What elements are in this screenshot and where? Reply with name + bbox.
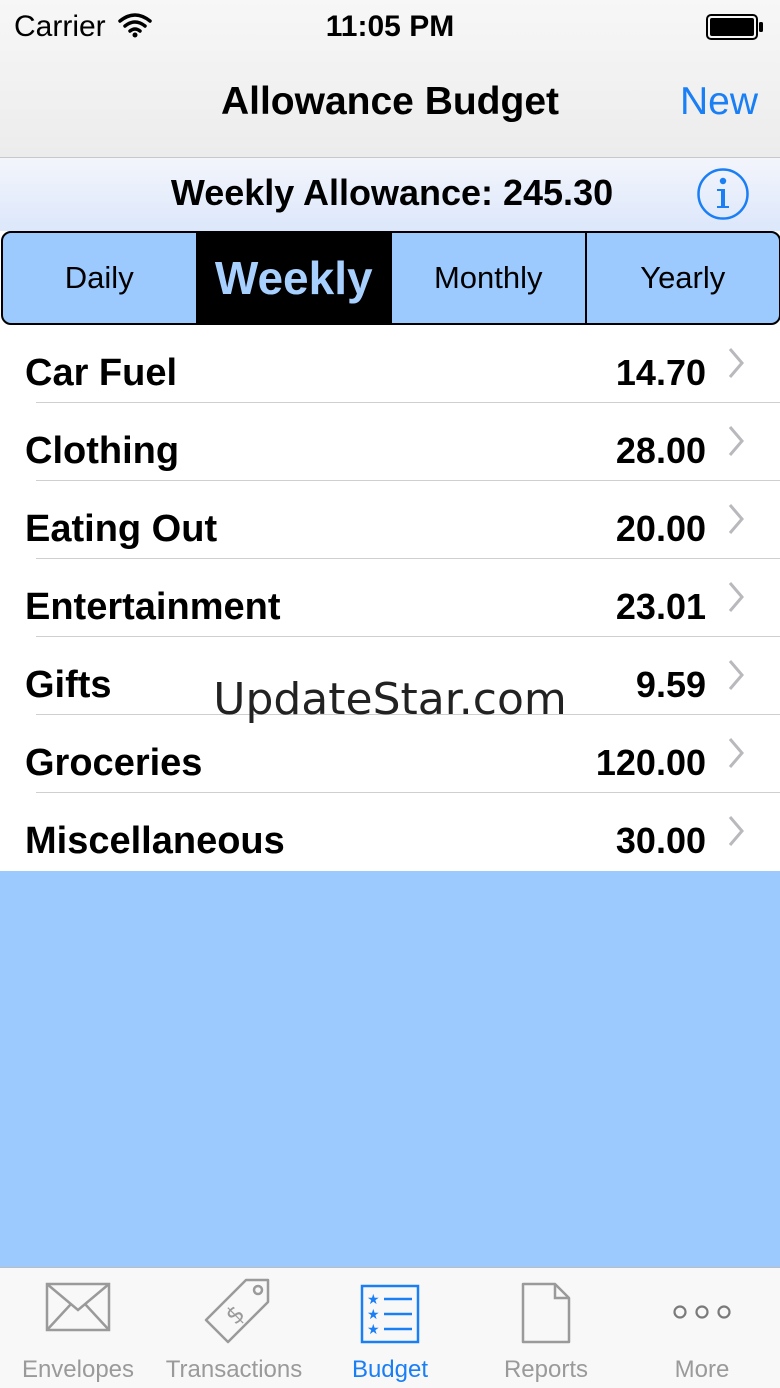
chevron-right-icon [728, 503, 744, 540]
chevron-right-icon [728, 425, 744, 462]
tab-label: Transactions [165, 1356, 303, 1383]
price-tag-icon: $ [156, 1276, 312, 1348]
segment-yearly[interactable]: Yearly [587, 233, 780, 323]
budget-item-amount: 28.00 [615, 430, 706, 471]
budget-item-name: Gifts [25, 664, 112, 706]
budget-item-name: Miscellaneous [25, 820, 285, 862]
status-time: 11:05 PM [325, 10, 455, 43]
status-bar: Carrier 11:05 PM [0, 0, 780, 54]
budget-item-amount: 120.00 [595, 742, 706, 783]
segment-daily[interactable]: Daily [3, 233, 198, 323]
budget-row[interactable]: Groceries 120.00 [0, 715, 780, 793]
chevron-right-icon [728, 347, 744, 384]
tab-label: Reports [503, 1356, 589, 1383]
top-bar: Carrier 11:05 PM Allowance Budget New [0, 0, 780, 158]
budget-item-name: Eating Out [25, 508, 218, 550]
svg-text:★: ★ [367, 1307, 380, 1323]
budget-item-name: Car Fuel [25, 352, 178, 394]
budget-row[interactable]: Car Fuel 14.70 [0, 325, 780, 403]
svg-text:★: ★ [367, 1322, 380, 1338]
budget-row[interactable]: Entertainment 23.01 [0, 559, 780, 637]
document-icon [468, 1282, 624, 1344]
budget-item-name: Groceries [25, 742, 203, 784]
tab-label: More [674, 1356, 730, 1383]
allowance-header: Weekly Allowance: 245.30 [0, 158, 780, 231]
tab-bar: Envelopes $ Transactions ★ ★ ★ Budget Re… [0, 1267, 780, 1388]
budget-item-name: Entertainment [25, 586, 281, 628]
chevron-right-icon [728, 737, 744, 774]
budget-list-icon: ★ ★ ★ [312, 1284, 468, 1344]
tab-transactions[interactable]: $ Transactions [156, 1268, 312, 1388]
tab-reports[interactable]: Reports [468, 1268, 624, 1388]
budget-list: Car Fuel 14.70 Clothing 28.00 Eating Out… [0, 325, 780, 871]
tab-envelopes[interactable]: Envelopes [0, 1268, 156, 1388]
tab-label: Budget [351, 1356, 429, 1383]
segment-monthly[interactable]: Monthly [392, 233, 587, 323]
budget-row[interactable]: Clothing 28.00 [0, 403, 780, 481]
tab-budget[interactable]: ★ ★ ★ Budget [312, 1268, 468, 1388]
budget-item-amount: 30.00 [615, 820, 706, 861]
chevron-right-icon [728, 659, 744, 696]
period-segmented-control: Daily Weekly Monthly Yearly [1, 231, 780, 325]
budget-row[interactable]: Eating Out 20.00 [0, 481, 780, 559]
nav-title: Allowance Budget [220, 80, 560, 123]
chevron-right-icon [728, 815, 744, 852]
budget-row[interactable]: Gifts 9.59 [0, 637, 780, 715]
budget-item-amount: 9.59 [635, 664, 706, 705]
budget-item-amount: 23.01 [615, 586, 706, 627]
segment-weekly[interactable]: Weekly [197, 233, 392, 323]
tab-more[interactable]: More [624, 1268, 780, 1388]
new-button[interactable]: New [680, 80, 758, 124]
info-icon[interactable] [696, 167, 750, 226]
battery-icon [706, 14, 764, 45]
chevron-right-icon [728, 581, 744, 618]
budget-item-amount: 14.70 [615, 352, 706, 393]
budget-item-amount: 20.00 [615, 508, 706, 549]
tab-label: Envelopes [21, 1356, 135, 1383]
empty-list-area [0, 871, 780, 1267]
envelope-icon [0, 1282, 156, 1332]
weekly-allowance-label: Weekly Allowance: 245.30 [170, 172, 614, 213]
svg-text:★: ★ [367, 1292, 380, 1308]
budget-item-name: Clothing [25, 430, 180, 472]
more-dots-icon [624, 1304, 780, 1320]
budget-row[interactable]: Miscellaneous 30.00 [0, 793, 780, 871]
